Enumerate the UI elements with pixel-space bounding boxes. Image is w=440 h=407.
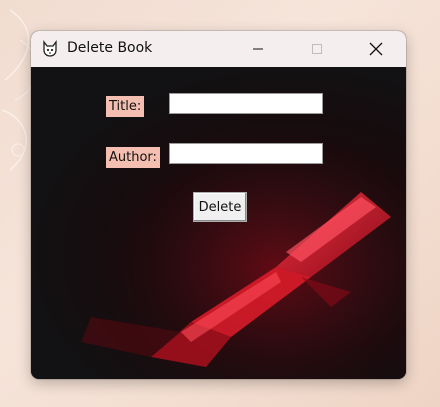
- title-bar[interactable]: Delete Book: [31, 31, 406, 67]
- minimize-button[interactable]: [235, 31, 281, 67]
- minimize-icon: [253, 48, 263, 50]
- cat-icon: [43, 40, 57, 57]
- delete-button[interactable]: Delete: [193, 192, 247, 222]
- window-title: Delete Book: [67, 40, 153, 56]
- maximize-button[interactable]: [294, 31, 340, 67]
- author-label: Author:: [106, 147, 160, 168]
- title-label: Title:: [106, 96, 145, 117]
- close-button[interactable]: [353, 31, 399, 67]
- maximize-icon: [312, 44, 322, 54]
- form-area: Title: Author: Delete: [31, 67, 406, 379]
- close-icon: [369, 42, 383, 56]
- delete-book-window: Delete Book Title: Author: Delete: [31, 31, 406, 379]
- title-input[interactable]: [169, 93, 323, 114]
- author-input[interactable]: [169, 143, 323, 164]
